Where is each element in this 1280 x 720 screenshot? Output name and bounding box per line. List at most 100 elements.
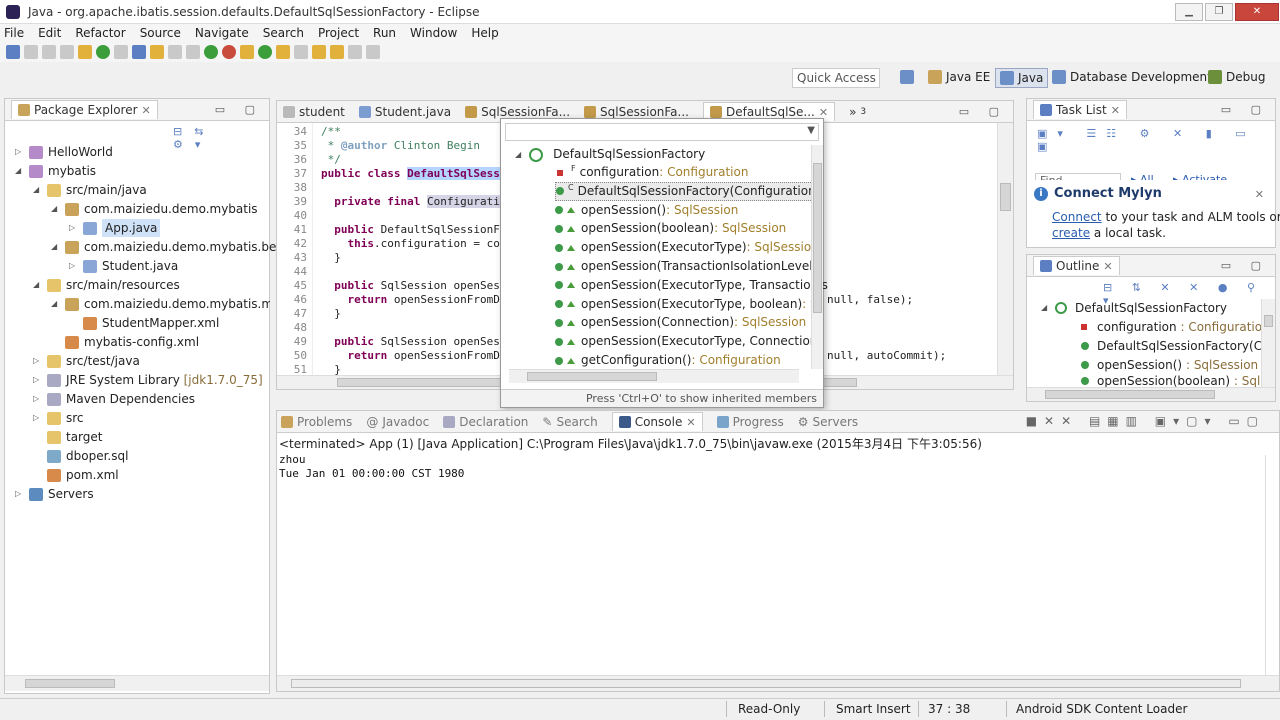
outline-member[interactable]: openSession(TransactionIsolationLevel) <box>555 257 817 276</box>
search-tool-icon[interactable] <box>294 45 308 59</box>
tab-servers[interactable]: ⚙ Servers <box>798 415 858 429</box>
tree-item[interactable]: StudentMapper.xml <box>69 314 219 332</box>
menu-window[interactable]: Window <box>410 26 457 40</box>
outline-member[interactable]: openSession(ExecutorType, TransactionIs <box>555 276 828 295</box>
outline-member[interactable]: openSession(ExecutorType)SqlSession <box>555 238 819 257</box>
perspective-java[interactable]: Java <box>995 68 1049 88</box>
close-icon[interactable]: ✕ <box>1255 188 1264 201</box>
tree-item[interactable]: mybatis-config.xml <box>51 333 199 351</box>
tree-item[interactable]: ◢com.maiziedu.demo.mybatis.mapper <box>51 295 270 313</box>
menu-file[interactable]: File <box>4 26 24 40</box>
next-annotation-icon[interactable] <box>312 45 326 59</box>
outline-member[interactable]: openSession(ExecutorType, boolean)Sc <box>555 295 824 314</box>
tree-item[interactable]: target <box>33 428 103 446</box>
close-icon[interactable]: ✕ <box>142 104 151 117</box>
tab-search[interactable]: ✎ Search <box>542 415 597 429</box>
outline-filter-input[interactable] <box>505 123 819 141</box>
tree-item[interactable]: ▷ src <box>33 409 84 427</box>
open-folder-icon[interactable] <box>276 45 290 59</box>
chevron-down-icon[interactable]: ▼ <box>807 125 815 136</box>
tree-item[interactable]: ▷ Maven Dependencies <box>33 390 195 408</box>
wand-icon[interactable] <box>78 45 92 59</box>
perspective-debug[interactable]: Debug <box>1208 70 1265 84</box>
outline-item[interactable]: DefaultSqlSessionFactory(Co <box>1081 337 1269 355</box>
outline-vscroll[interactable] <box>1261 299 1275 387</box>
close-icon[interactable]: ✕ <box>686 416 695 429</box>
editor-view-controls[interactable]: ▭ ▢ <box>959 105 1007 118</box>
outline-member[interactable]: FconfigurationConfiguration <box>555 163 748 182</box>
print-icon[interactable] <box>60 45 74 59</box>
outline-member[interactable]: openSession(Connection)SqlSession <box>555 313 806 332</box>
tab-editor[interactable]: Student.java <box>358 105 451 119</box>
tree-item[interactable]: ◢ com.maiziedu.demo.mybatis <box>51 200 258 218</box>
tree-item[interactable]: ▷ JRE System Library [jdk1.7.0_75] <box>33 371 263 389</box>
tree-item[interactable]: ◢ src/main/resources <box>33 276 180 294</box>
menu-project[interactable]: Project <box>318 26 359 40</box>
tab-editor[interactable]: student <box>283 105 345 119</box>
outline-item[interactable]: openSession() : SqlSession <box>1081 356 1258 374</box>
tree-item[interactable]: ▷ Student.java <box>69 257 178 275</box>
close-icon[interactable]: ✕ <box>1103 260 1112 273</box>
menu-help[interactable]: Help <box>471 26 498 40</box>
outline-member[interactable]: openSession(ExecutorType, Connection) <box>555 332 822 351</box>
more-tabs[interactable]: » 3 <box>849 105 866 119</box>
tab-package-explorer[interactable]: Package Explorer ✕ <box>11 100 158 119</box>
view-controls[interactable]: ▭ ▢ <box>215 103 263 116</box>
console-vscroll[interactable] <box>1265 455 1279 675</box>
close-button[interactable]: ✕ <box>1235 3 1279 21</box>
tree-item[interactable]: ▷ HelloWorld <box>15 143 113 161</box>
close-icon[interactable]: ✕ <box>819 106 828 119</box>
outline-hscroll[interactable] <box>1027 387 1275 401</box>
menu-refactor[interactable]: Refactor <box>75 26 125 40</box>
tree-item[interactable]: ▷ App.java <box>69 219 161 237</box>
open-perspective-button[interactable] <box>900 70 914 84</box>
task-toolbar[interactable]: ▣▾ ☰☷ ⚙ ✕ ▮ ▭ ▣ <box>1037 127 1275 153</box>
minimize-button[interactable]: ▁ <box>1175 3 1203 21</box>
popup-hscroll[interactable] <box>509 369 799 383</box>
back-icon[interactable] <box>348 45 362 59</box>
menu-run[interactable]: Run <box>373 26 396 40</box>
menu-edit[interactable]: Edit <box>38 26 61 40</box>
tab-editor[interactable]: SqlSessionFa... <box>465 105 570 119</box>
save-icon[interactable] <box>24 45 38 59</box>
tree-item[interactable]: ◢ src/main/java <box>33 181 147 199</box>
highlight-icon[interactable] <box>150 45 164 59</box>
mark-icon[interactable] <box>132 45 146 59</box>
explorer-toolbar[interactable]: ⊟⇆ ⚙▾ <box>173 125 269 151</box>
external-tools-icon[interactable] <box>222 45 236 59</box>
debug-icon[interactable] <box>186 45 200 59</box>
outline-member[interactable]: openSession()SqlSession <box>555 201 738 220</box>
explorer-hscroll[interactable] <box>5 675 269 691</box>
perspective-java-ee[interactable]: Java EE <box>928 70 990 84</box>
quick-access-input[interactable]: Quick Access <box>792 68 880 88</box>
toggle-icon[interactable] <box>168 45 182 59</box>
outline-item[interactable]: ◢ DefaultSqlSessionFactory <box>1041 299 1227 317</box>
forward-icon[interactable] <box>366 45 380 59</box>
tab-task-list[interactable]: Task List ✕ <box>1033 100 1127 119</box>
restore-button[interactable]: ❐ <box>1205 3 1233 21</box>
outline-member[interactable]: openSession(boolean)SqlSession <box>555 219 786 238</box>
new-icon[interactable] <box>6 45 20 59</box>
console-hscroll[interactable] <box>277 675 1279 691</box>
run-icon[interactable] <box>204 45 218 59</box>
perspective-database[interactable]: Database Development <box>1052 70 1212 84</box>
open-type-icon[interactable] <box>240 45 254 59</box>
prev-annotation-icon[interactable] <box>330 45 344 59</box>
menu-search[interactable]: Search <box>263 26 304 40</box>
tree-item[interactable]: dboper.sql <box>33 447 128 465</box>
outline-item[interactable]: openSession(boolean) : SqlS <box>1081 375 1268 387</box>
close-icon[interactable]: ✕ <box>1111 104 1120 117</box>
server-start-icon[interactable] <box>96 45 110 59</box>
outline-member[interactable]: getConfiguration()Configuration <box>555 351 781 370</box>
tree-item[interactable]: ▷ Servers <box>15 485 94 503</box>
tab-outline[interactable]: Outline ✕ <box>1033 256 1120 275</box>
publish-icon[interactable] <box>114 45 128 59</box>
outline-member[interactable]: C DefaultSqlSessionFactory(Configuration) <box>555 181 822 201</box>
tab-console[interactable]: Console ✕ <box>611 412 703 431</box>
tree-item[interactable]: ▷ src/test/java <box>33 352 140 370</box>
outline-item[interactable]: configuration : Configuration <box>1081 318 1270 336</box>
refresh-icon[interactable] <box>258 45 272 59</box>
outline-root[interactable]: ◢ DefaultSqlSessionFactory <box>515 145 705 164</box>
connect-link[interactable]: Connect <box>1052 210 1102 224</box>
menu-source[interactable]: Source <box>140 26 181 40</box>
